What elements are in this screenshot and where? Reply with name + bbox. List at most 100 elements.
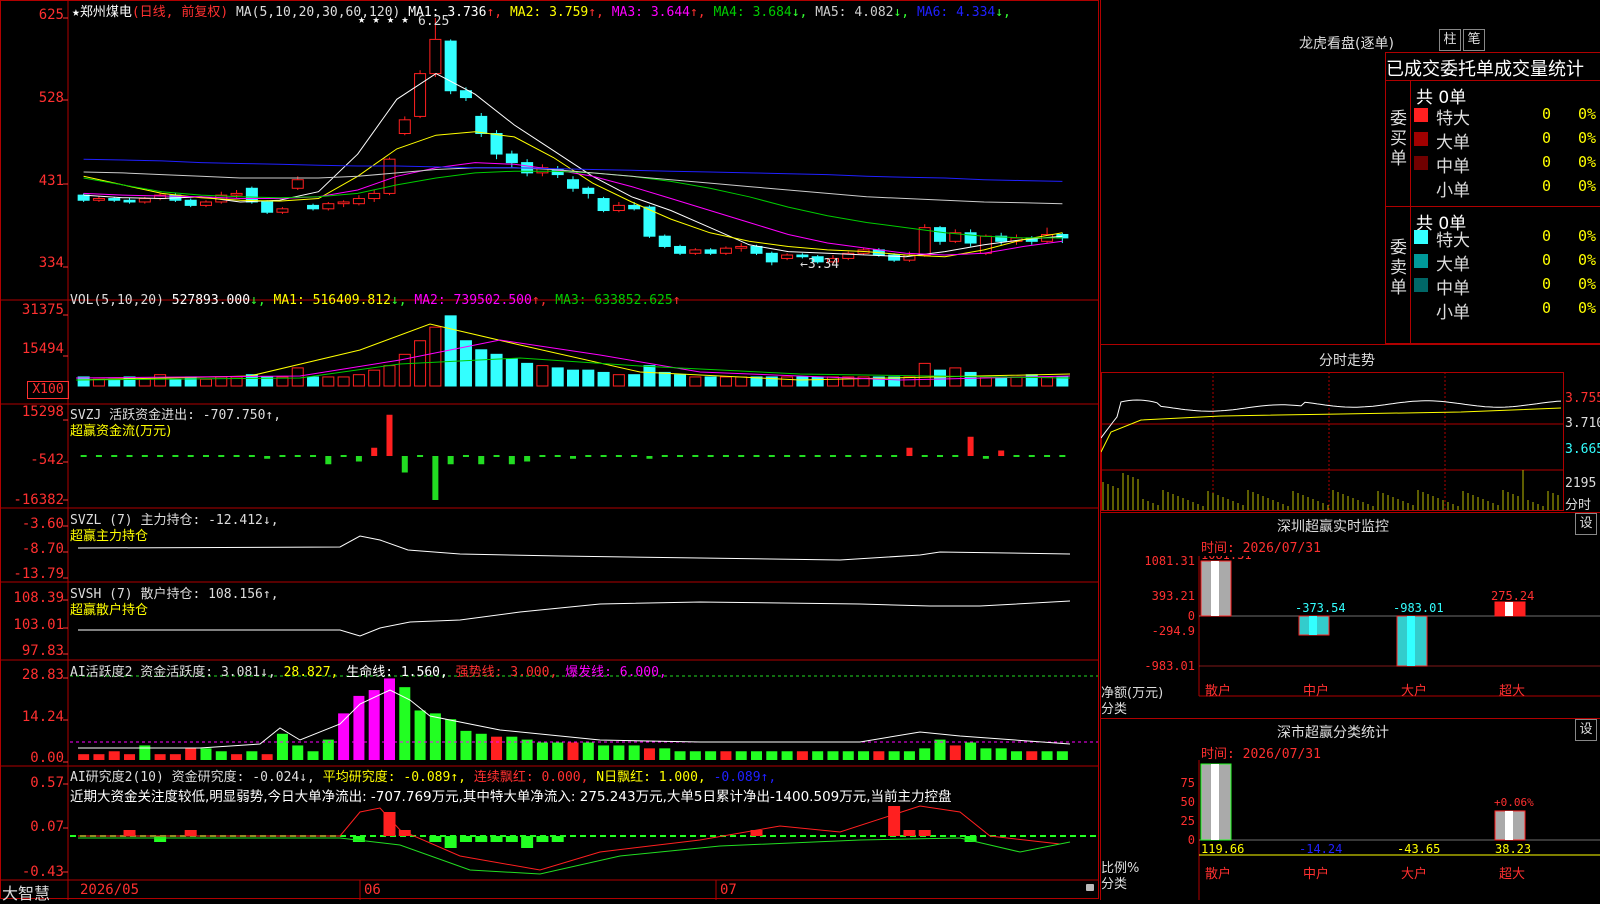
ai-bar	[231, 754, 243, 760]
classify-settings-button[interactable]: 设	[1575, 719, 1597, 741]
dragon-row: 中单 0 0%	[1412, 152, 1600, 177]
svzj-bar	[875, 455, 882, 457]
svzj-bar	[891, 455, 898, 457]
candle-body	[719, 247, 732, 254]
candle-body	[781, 254, 794, 259]
ai-strong: 强势线: 3.000,	[455, 665, 558, 680]
ai-bar	[491, 736, 503, 760]
intraday-vol: 2195	[1565, 476, 1597, 491]
candle-body	[383, 158, 396, 194]
ai-bar	[827, 751, 839, 760]
intraday-frame	[1101, 372, 1564, 511]
svzj-sub: 超赢资金流(万元)	[70, 424, 172, 439]
row-name: 中单	[1436, 279, 1470, 299]
ai-bar	[643, 748, 655, 760]
ai-bar	[1056, 751, 1068, 760]
svzj-bar	[921, 455, 928, 457]
volume-bar	[689, 376, 702, 387]
ai-bar	[842, 751, 854, 760]
svzj-bar	[294, 455, 301, 457]
volume-bar	[169, 378, 182, 387]
ai-bar	[674, 751, 686, 760]
monitor-cat-label: 大户	[1401, 683, 1427, 699]
intraday-svg[interactable]	[1101, 372, 1600, 512]
lock-icon[interactable]	[1086, 884, 1094, 891]
row-pct: 0%	[1578, 129, 1597, 147]
ai-life-line	[78, 689, 1071, 749]
svzj-bar	[432, 456, 439, 500]
svzj-bar	[386, 414, 393, 456]
favorite-star-icon[interactable]: ★	[72, 5, 80, 20]
intraday-price-high: 3.755	[1565, 391, 1600, 406]
monitor-time: 时间: 2026/07/31	[1201, 541, 1321, 556]
dragon-row: 特大 0 0%	[1412, 226, 1600, 251]
candle-body	[108, 198, 121, 201]
bar-mode-button[interactable]: 柱	[1439, 29, 1461, 51]
ai-bar	[934, 739, 946, 760]
row-color-swatch	[1414, 278, 1428, 292]
svzj-ytick: -16382	[13, 492, 64, 508]
svsh-group	[78, 600, 1071, 637]
tick-mode-button[interactable]: 笔	[1463, 29, 1485, 51]
candle-body	[307, 204, 320, 210]
res-bar	[521, 836, 534, 848]
dragon-row: 小单 0 0%	[1412, 298, 1600, 323]
ai-bar	[124, 754, 136, 760]
classify-pct-label: +0.06%	[1494, 796, 1534, 809]
volume-bar	[337, 376, 350, 387]
chart-frame	[0, 0, 1099, 899]
volume-group	[75, 315, 1071, 387]
ai-bar	[751, 751, 763, 760]
brand-logo: 大智慧	[2, 884, 51, 903]
svzj-bar	[187, 455, 194, 457]
svzj-group	[80, 414, 1066, 500]
candle-body	[429, 38, 442, 75]
svzj-bar	[738, 455, 745, 457]
volume-bar	[964, 371, 977, 387]
intraday-chart[interactable]: 3.755 3.710 3.665 2195 分时	[1101, 372, 1600, 513]
ai-burst: 爆发线: 6.000,	[565, 665, 667, 680]
svzj-bar	[570, 456, 576, 459]
monitor-settings-button[interactable]: 设	[1575, 513, 1597, 535]
ai-bar	[475, 733, 487, 760]
ai-header: AI活跃度2 资金活跃度: 3.081↓, 28.827, 生命线: 1.560…	[70, 661, 667, 680]
svzj-bar	[233, 455, 240, 457]
candle-body	[77, 194, 90, 201]
svzj-bar	[937, 455, 944, 457]
ai-bar	[399, 687, 411, 760]
classify-cat-label: 超大	[1499, 867, 1525, 882]
volume-bar	[934, 369, 947, 387]
dragon-row: 特大 0 0%	[1412, 104, 1600, 129]
classify-bar-highlight	[1211, 764, 1219, 840]
volume-bar	[674, 374, 687, 387]
chart-area[interactable]: ★郑州煤电(日线, 前复权) MA(5,10,20,30,60,120) MA1…	[0, 0, 1100, 903]
svzj-bar	[325, 456, 332, 465]
monitor-ytick: 0	[1188, 609, 1195, 623]
svzj-bar	[860, 455, 867, 457]
ai-bar	[93, 754, 105, 760]
row-name: 特大	[1436, 109, 1470, 129]
row-count: 0	[1542, 129, 1552, 147]
candle-body	[597, 198, 610, 212]
row-pct: 0%	[1578, 105, 1597, 123]
res-second-line	[78, 837, 1071, 875]
candle-body	[475, 115, 488, 135]
svzj-bar	[401, 456, 408, 473]
ai-bar	[582, 742, 594, 760]
classify-cat-label: 散户	[1205, 866, 1231, 882]
vol-header: VOL(5,10,20) 527893.000↓, MA1: 516409.81…	[70, 293, 681, 308]
classify-ytick: 25	[1181, 814, 1195, 828]
intraday-price-mid: 3.710	[1565, 416, 1600, 431]
row-name: 小单	[1436, 181, 1470, 201]
ai-bar	[1041, 751, 1053, 760]
candle-body	[245, 187, 258, 203]
row-count: 0	[1542, 227, 1552, 245]
vol-unit-button[interactable]: X100	[27, 381, 69, 399]
svzj-bar	[967, 436, 974, 456]
res-bar	[383, 812, 396, 836]
chart-mode[interactable]: (日线, 前复权)	[132, 5, 228, 20]
kline-chart-svg[interactable]	[0, 0, 1100, 900]
volume-bar	[108, 378, 121, 387]
svzl-group	[77, 535, 1071, 561]
candle-body	[123, 199, 136, 203]
